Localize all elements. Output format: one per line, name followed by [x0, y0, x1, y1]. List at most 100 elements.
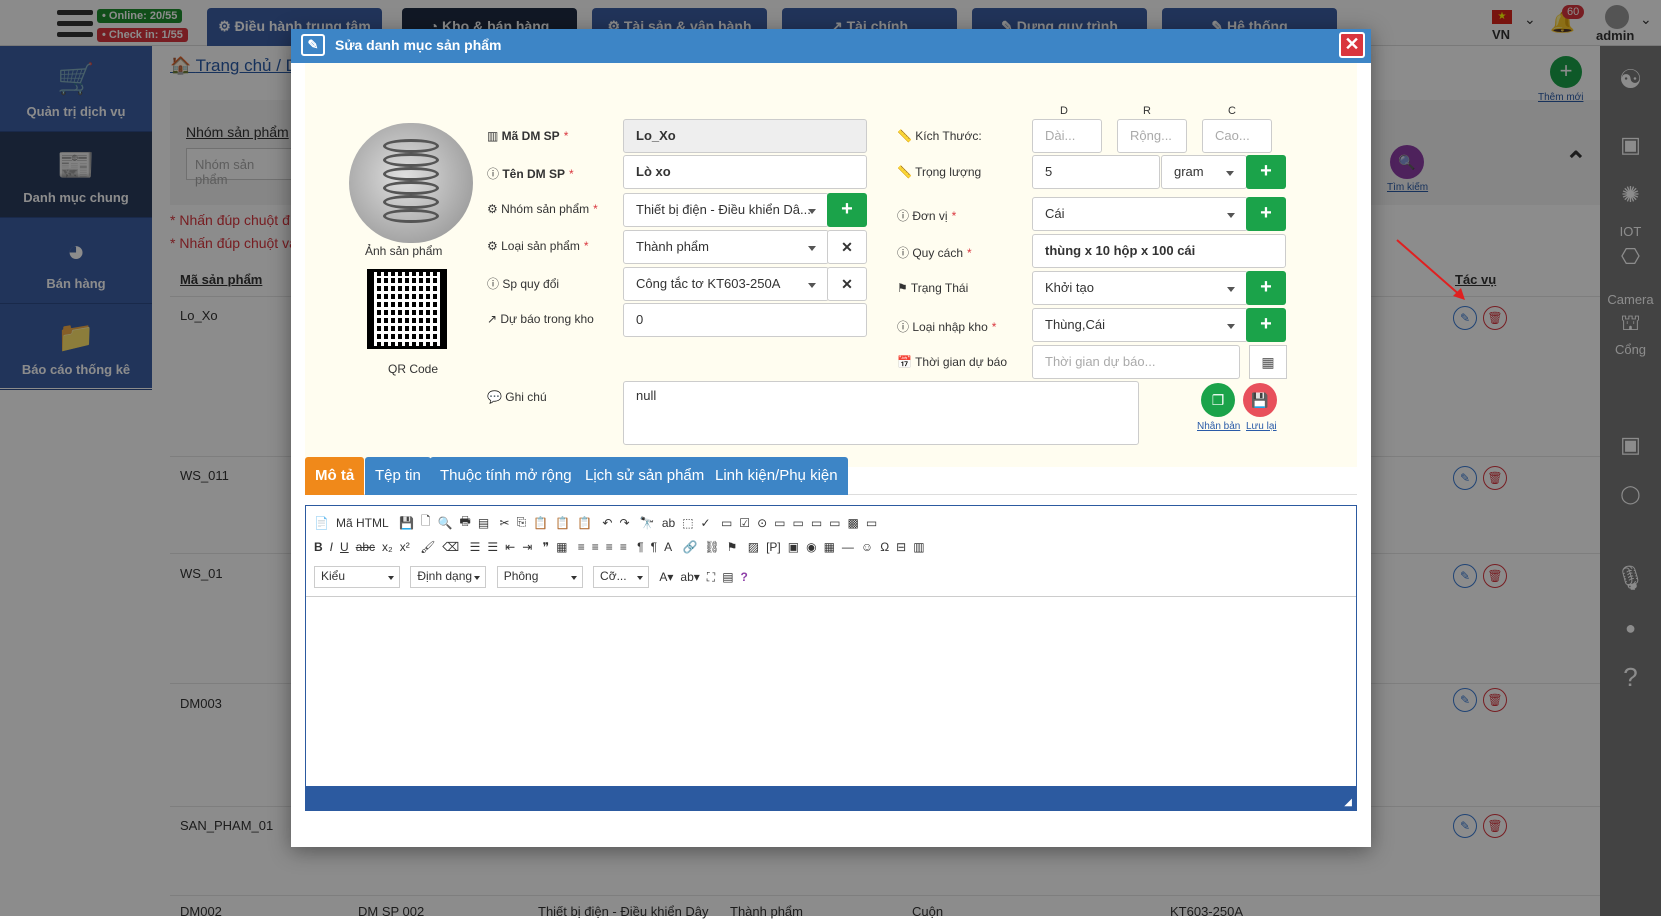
import-select[interactable]: Thùng,Cái: [1032, 308, 1248, 342]
placeholder-icon[interactable]: [P]: [766, 540, 781, 554]
print-icon[interactable]: 🖶: [460, 512, 471, 533]
format-select[interactable]: Định dạng: [410, 566, 487, 588]
editor-content-area[interactable]: [306, 596, 1356, 786]
tab-description[interactable]: Mô tả: [305, 457, 365, 495]
horizontal-line-icon[interactable]: ―: [842, 540, 854, 554]
paste-icon[interactable]: 📋: [533, 516, 548, 530]
add-weight-unit-button[interactable]: +: [1246, 155, 1286, 189]
iframe-embed-icon[interactable]: ▥: [913, 540, 924, 554]
outdent-icon[interactable]: ⇤: [505, 540, 515, 554]
italic-icon[interactable]: I: [330, 540, 333, 554]
text-color-icon[interactable]: A▾: [659, 570, 673, 584]
align-left-icon[interactable]: ≡: [578, 540, 585, 554]
link-icon[interactable]: 🔗: [682, 540, 697, 554]
bullet-list-icon[interactable]: ☰: [487, 540, 498, 554]
group-select[interactable]: Thiết bị điện - Điều khiển Dâ...: [623, 193, 829, 227]
calendar-icon[interactable]: ▦: [1249, 345, 1287, 379]
textarea-icon[interactable]: ▭: [792, 516, 803, 530]
template-icon[interactable]: ▤: [478, 516, 489, 530]
undo-icon[interactable]: ↶: [602, 516, 612, 530]
preview-icon[interactable]: 🔍: [438, 516, 453, 530]
code-field[interactable]: Lo_Xo: [623, 119, 867, 153]
justify-icon[interactable]: ≡: [620, 540, 627, 554]
save-button[interactable]: 💾: [1243, 383, 1277, 417]
image-button-icon[interactable]: ▩: [848, 516, 859, 530]
paste-word-icon[interactable]: 📋: [577, 516, 592, 530]
find-icon[interactable]: 🔭: [640, 516, 655, 530]
show-blocks-icon[interactable]: ▤: [722, 570, 733, 584]
duplicate-label[interactable]: Nhân bản: [1197, 421, 1240, 432]
duplicate-button[interactable]: ❐: [1201, 383, 1235, 417]
length-field[interactable]: Dài...: [1032, 119, 1102, 153]
font-select[interactable]: Phông: [496, 566, 583, 588]
flash-icon[interactable]: ◉: [806, 540, 816, 554]
help-icon[interactable]: ?: [741, 570, 748, 584]
height-field[interactable]: Cao...: [1202, 119, 1272, 153]
width-field[interactable]: Rộng...: [1117, 119, 1187, 153]
unit-select[interactable]: Cái: [1032, 197, 1248, 231]
save-label[interactable]: Lưu lại: [1246, 421, 1277, 432]
size-select[interactable]: Cỡ...: [593, 566, 650, 588]
paste-text-icon[interactable]: 📋: [555, 516, 570, 530]
anchor-icon[interactable]: ⚑: [727, 540, 738, 554]
numbered-list-icon[interactable]: ☰: [470, 540, 481, 554]
style-select[interactable]: Kiểu: [314, 566, 400, 588]
type-select[interactable]: Thành phẩm: [623, 230, 829, 264]
forecast-field[interactable]: 0: [623, 303, 867, 337]
clear-convert-button[interactable]: ✕: [827, 267, 867, 301]
copy-format-icon[interactable]: 🖌: [420, 540, 435, 554]
new-page-icon[interactable]: 🗋: [421, 512, 431, 533]
source-icon[interactable]: 📄: [314, 516, 329, 530]
clear-type-button[interactable]: ✕: [827, 230, 867, 264]
tab-extended-attributes[interactable]: Thuộc tính mở rộng: [430, 457, 582, 495]
weight-unit-select[interactable]: gram: [1161, 155, 1247, 189]
unlink-icon[interactable]: ⛓: [704, 540, 719, 554]
cut-icon[interactable]: ✂: [500, 516, 510, 530]
align-right-icon[interactable]: ≡: [606, 540, 613, 554]
rtl-icon[interactable]: ¶: [651, 540, 657, 554]
maximize-icon[interactable]: ⛶: [707, 570, 715, 585]
div-icon[interactable]: ▦: [556, 540, 567, 554]
subscript-icon[interactable]: x₂: [382, 540, 393, 554]
redo-icon[interactable]: ↷: [619, 516, 629, 530]
source-button[interactable]: Mã HTML: [336, 516, 389, 530]
select-icon[interactable]: ▭: [811, 516, 822, 530]
save-doc-icon[interactable]: 💾: [399, 516, 414, 530]
add-status-button[interactable]: +: [1246, 271, 1286, 305]
align-center-icon[interactable]: ≡: [592, 540, 599, 554]
close-button[interactable]: ✕: [1339, 32, 1365, 58]
copy-icon[interactable]: ⎘: [517, 515, 527, 530]
smiley-icon[interactable]: ☺: [861, 540, 873, 554]
add-import-button[interactable]: +: [1246, 308, 1286, 342]
product-photo[interactable]: [349, 123, 473, 243]
name-field[interactable]: Lò xo: [623, 155, 867, 189]
special-char-icon[interactable]: Ω: [880, 540, 889, 554]
radio-icon[interactable]: ⊙: [757, 516, 767, 530]
replace-icon[interactable]: ab: [662, 516, 675, 530]
hidden-field-icon[interactable]: ▭: [866, 516, 877, 530]
table-icon[interactable]: ▦: [824, 540, 835, 554]
tab-files[interactable]: Tệp tin: [365, 457, 431, 495]
status-select[interactable]: Khởi tạo: [1032, 271, 1248, 305]
convert-select[interactable]: Công tắc tơ KT603-250A: [623, 267, 829, 301]
add-group-button[interactable]: +: [827, 193, 867, 227]
iframe-icon[interactable]: ▣: [788, 540, 799, 554]
blockquote-icon[interactable]: ❞: [543, 540, 549, 554]
remove-format-icon[interactable]: ⌫: [442, 540, 459, 554]
textfield-icon[interactable]: ▭: [774, 516, 785, 530]
checkbox-icon[interactable]: ☑: [739, 516, 750, 530]
image-icon[interactable]: ▨: [748, 540, 759, 554]
superscript-icon[interactable]: x²: [400, 540, 410, 554]
indent-icon[interactable]: ⇥: [522, 540, 532, 554]
weight-field[interactable]: 5: [1032, 155, 1160, 189]
button-icon[interactable]: ▭: [829, 516, 840, 530]
forecast-time-field[interactable]: Thời gian dự báo...: [1032, 345, 1240, 379]
ltr-icon[interactable]: ¶: [637, 540, 643, 554]
note-textarea[interactable]: null: [623, 381, 1139, 445]
bg-color-icon[interactable]: ab▾: [680, 570, 699, 584]
underline-icon[interactable]: U: [340, 540, 349, 554]
bold-icon[interactable]: B: [314, 540, 323, 554]
strike-icon[interactable]: abc: [356, 540, 375, 554]
form-icon[interactable]: ▭: [721, 516, 732, 530]
tab-history[interactable]: Lịch sử sản phẩm: [575, 457, 715, 495]
